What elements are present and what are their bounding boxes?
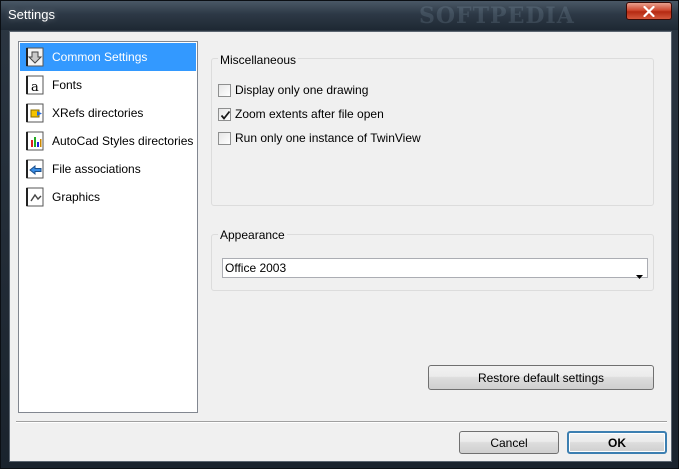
svg-text:a: a	[31, 80, 39, 95]
sidebar-item-graphics[interactable]: Graphics	[20, 183, 196, 211]
file-associations-icon	[24, 158, 46, 180]
option-label: Run only one instance of TwinView	[235, 131, 421, 145]
sidebar-item-label: AutoCad Styles directories	[52, 134, 194, 148]
display-one-drawing-checkbox[interactable]	[218, 83, 231, 97]
restore-defaults-button[interactable]: Restore default settings	[428, 365, 654, 390]
ok-button[interactable]: OK	[567, 431, 667, 454]
font-icon: a	[24, 74, 46, 96]
sidebar-item-label: Common Settings	[52, 50, 148, 64]
window-title: Settings	[8, 7, 55, 22]
watermark: SOFTPEDIA	[419, 3, 575, 29]
checkmark-icon	[220, 110, 231, 120]
xrefs-icon	[24, 102, 46, 124]
sidebar-item-label: XRefs directories	[52, 106, 144, 120]
settings-category-list: Common Settings a Fonts XRefs directorie…	[18, 41, 198, 413]
sidebar-item-label: Graphics	[52, 190, 101, 204]
sidebar-item-fonts[interactable]: a Fonts	[20, 71, 196, 99]
miscellaneous-group-title: Miscellaneous	[218, 53, 299, 67]
appearance-select[interactable]: Office 2003	[222, 258, 648, 279]
sidebar-item-common-settings[interactable]: Common Settings	[20, 43, 196, 71]
close-x-icon	[643, 5, 655, 17]
sidebar-item-autocad-styles[interactable]: AutoCad Styles directories	[20, 127, 196, 155]
appearance-group-title: Appearance	[218, 228, 287, 242]
option-display-one-drawing[interactable]: Display only one drawing	[218, 82, 368, 98]
title-bar[interactable]: Settings SOFTPEDIA	[1, 1, 678, 30]
common-settings-icon	[24, 46, 46, 68]
dropdown-arrow-icon[interactable]	[636, 266, 643, 284]
graphics-icon	[24, 186, 46, 208]
option-zoom-extents[interactable]: Zoom extents after file open	[218, 106, 384, 122]
sidebar-item-label: File associations	[52, 162, 141, 176]
option-label: Display only one drawing	[235, 83, 369, 97]
cancel-button[interactable]: Cancel	[459, 431, 559, 454]
sidebar-item-file-associations[interactable]: File associations	[20, 155, 196, 183]
dialog-client-area: Common Settings a Fonts XRefs directorie…	[9, 31, 672, 462]
separator-line	[16, 421, 667, 423]
sidebar-item-label: Fonts	[52, 78, 83, 92]
single-instance-checkbox[interactable]	[218, 131, 231, 145]
close-button[interactable]	[626, 2, 672, 20]
zoom-extents-checkbox[interactable]	[218, 107, 231, 121]
option-label: Zoom extents after file open	[235, 107, 384, 121]
sidebar-item-xrefs[interactable]: XRefs directories	[20, 99, 196, 127]
appearance-selected-value: Office 2003	[225, 261, 287, 275]
option-single-instance[interactable]: Run only one instance of TwinView	[218, 130, 421, 146]
settings-window: Settings SOFTPEDIA Common Settings a Fon…	[0, 0, 679, 469]
styles-icon	[24, 130, 46, 152]
